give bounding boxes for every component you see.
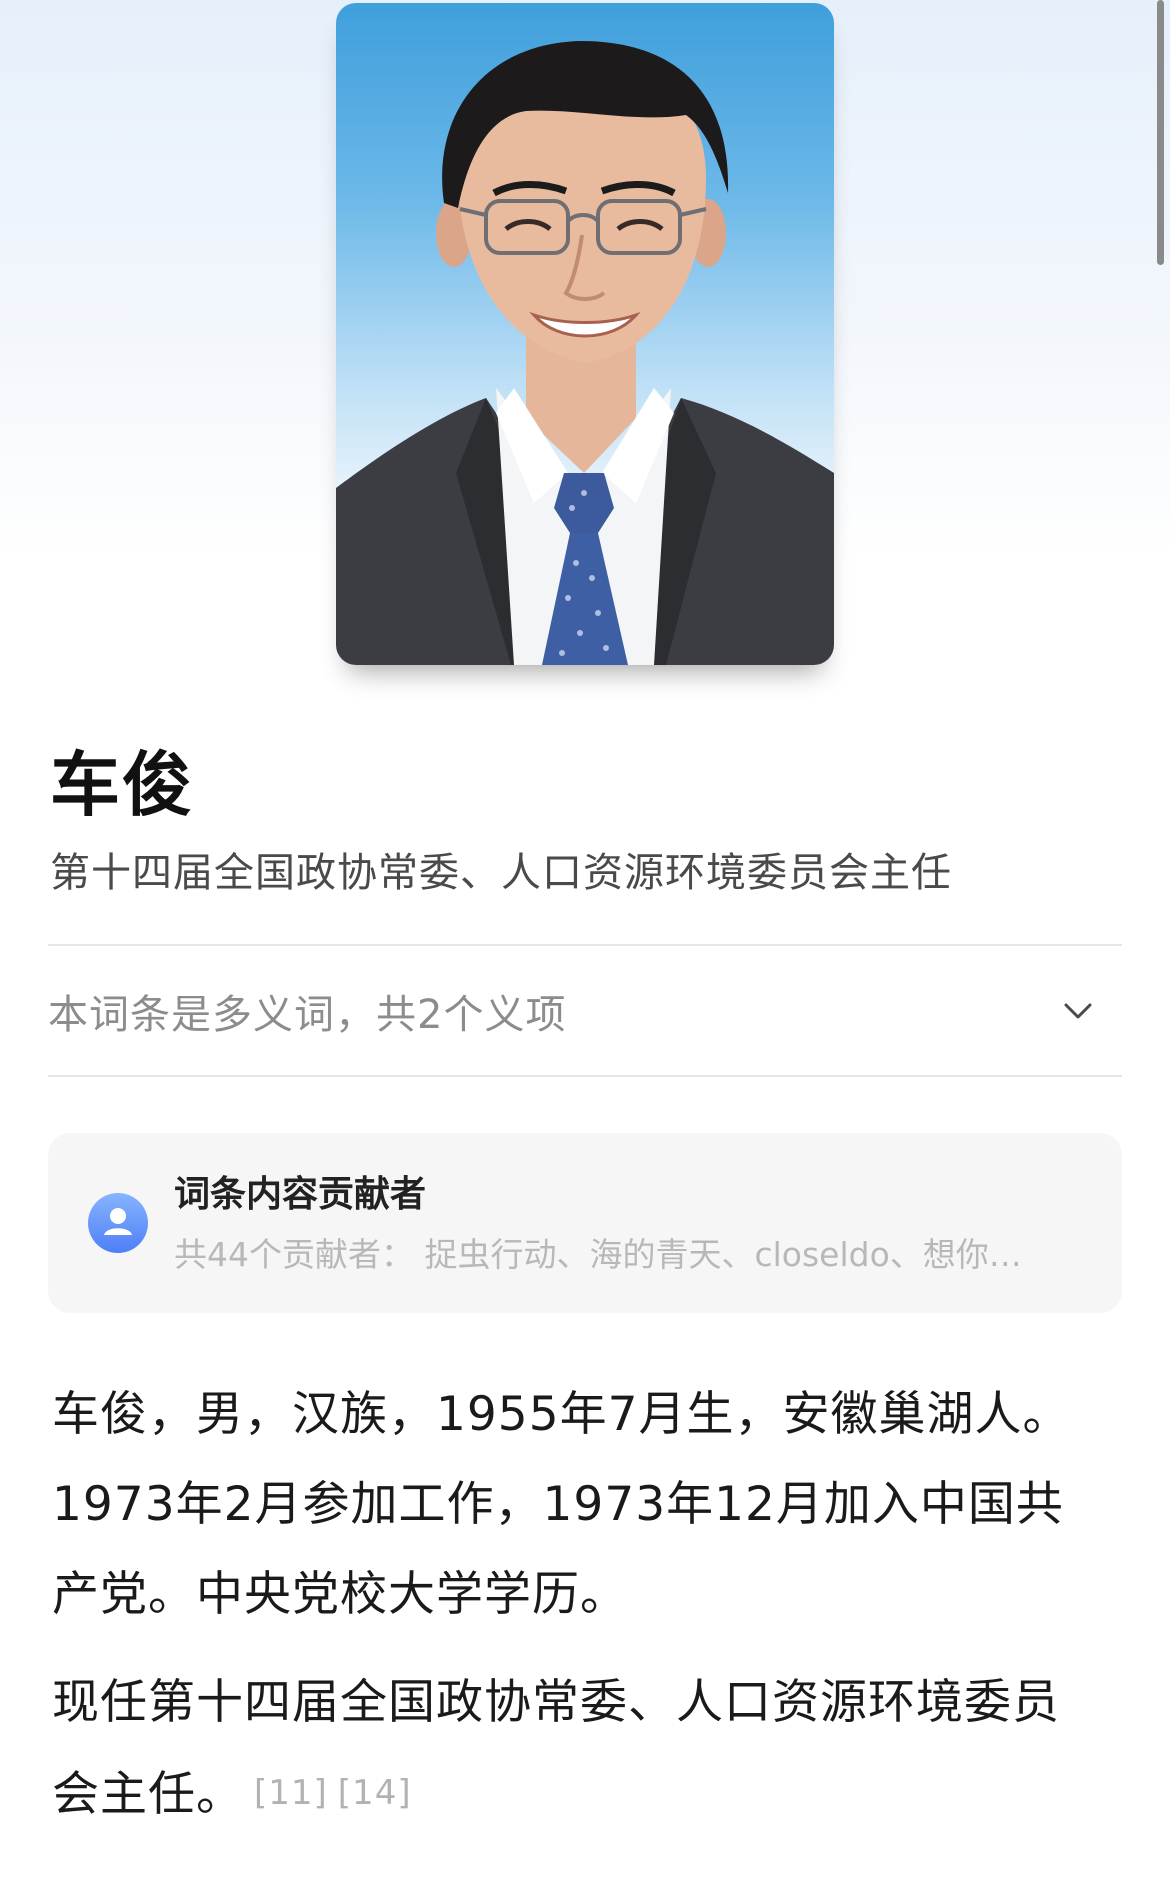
user-avatar-icon	[88, 1193, 148, 1253]
chevron-down-icon[interactable]	[1058, 991, 1098, 1031]
divider	[48, 1075, 1122, 1077]
contributors-list: 共44个贡献者： 捉虫行动、海的青天、closeldo、想你…	[174, 1235, 1022, 1274]
polysemy-selector[interactable]: 本词条是多义词，共2个义项	[48, 946, 1122, 1075]
article-body: 车俊，男，汉族，1955年7月生，安徽巢湖人。1973年2月参加工作，1973年…	[52, 1370, 1092, 1840]
portrait-photo[interactable]	[336, 3, 834, 665]
intro-paragraph: 车俊，男，汉族，1955年7月生，安徽巢湖人。1973年2月参加工作，1973年…	[52, 1387, 1071, 1622]
contributors-title: 词条内容贡献者	[174, 1174, 427, 1215]
page-subtitle: 第十四届全国政协常委、人口资源环境委员会主任	[50, 850, 952, 896]
scrollbar-thumb[interactable]	[1157, 0, 1164, 265]
position-paragraph: 现任第十四届全国政协常委、人口资源环境委员会主任。 [11] [14]	[52, 1658, 1092, 1840]
contributors-card[interactable]: 词条内容贡献者 共44个贡献者： 捉虫行动、海的青天、closeldo、想你…	[48, 1133, 1122, 1313]
portrait-figure	[336, 41, 834, 665]
page-title: 车俊	[50, 744, 194, 826]
reference-link[interactable]: [11]	[254, 1773, 328, 1813]
polysemy-label: 本词条是多义词，共2个义项	[48, 991, 567, 1038]
position-text: 现任第十四届全国政协常委、人口资源环境委员会主任。	[52, 1675, 1060, 1822]
reference-link[interactable]: [14]	[338, 1773, 412, 1813]
